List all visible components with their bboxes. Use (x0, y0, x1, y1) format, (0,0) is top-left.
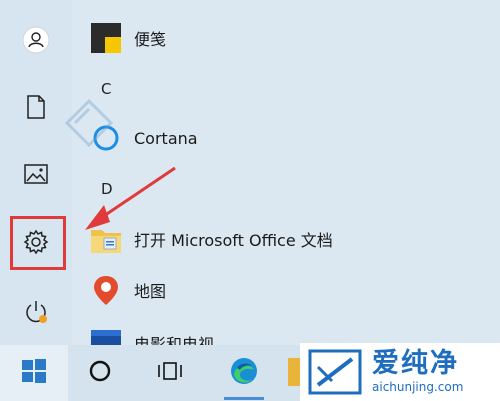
cortana-icon (88, 359, 112, 387)
start-icon (21, 358, 47, 388)
settings-highlight-box (10, 216, 66, 270)
start-left-rail (0, 0, 72, 345)
user-account-button[interactable] (10, 18, 62, 62)
app-label: 便笺 (134, 30, 167, 49)
pictures-button[interactable] (10, 152, 62, 196)
app-label: 打开 Microsoft Office 文档 (134, 231, 333, 250)
watermark-title: 爱纯净 (372, 348, 459, 379)
documents-icon (25, 95, 47, 119)
task-view-icon (157, 360, 183, 386)
edge-button[interactable] (212, 345, 276, 401)
list-item-maps[interactable]: 地图 (90, 270, 166, 310)
watermark-url: aichunjing.com (372, 380, 464, 394)
watermark-mark-icon (306, 347, 364, 397)
watermark-faint (57, 83, 167, 163)
office-folder-icon (90, 223, 122, 255)
maps-icon (90, 274, 122, 306)
watermark-logo: 爱纯净 aichunjing.com (300, 343, 500, 401)
edge-active-indicator (224, 397, 264, 400)
documents-button[interactable] (10, 85, 62, 129)
start-button[interactable] (0, 345, 68, 401)
user-icon (22, 26, 50, 54)
app-label: 地图 (134, 282, 167, 301)
task-view-button[interactable] (140, 345, 200, 401)
edge-icon (228, 355, 260, 391)
list-item-sticky-notes[interactable]: 便笺 (90, 18, 166, 58)
taskbar-cortana-button[interactable] (72, 345, 128, 401)
power-button[interactable] (10, 290, 62, 334)
pictures-icon (24, 164, 48, 184)
sticky-notes-icon (90, 22, 122, 54)
list-item-open-office-document[interactable]: 打开 Microsoft Office 文档 (90, 219, 333, 259)
power-icon (23, 299, 49, 325)
app-list: 便笺 C Cortana D 打开 Microsoft Office 文档 地图 (72, 0, 500, 356)
section-header-d[interactable]: D (101, 180, 113, 198)
